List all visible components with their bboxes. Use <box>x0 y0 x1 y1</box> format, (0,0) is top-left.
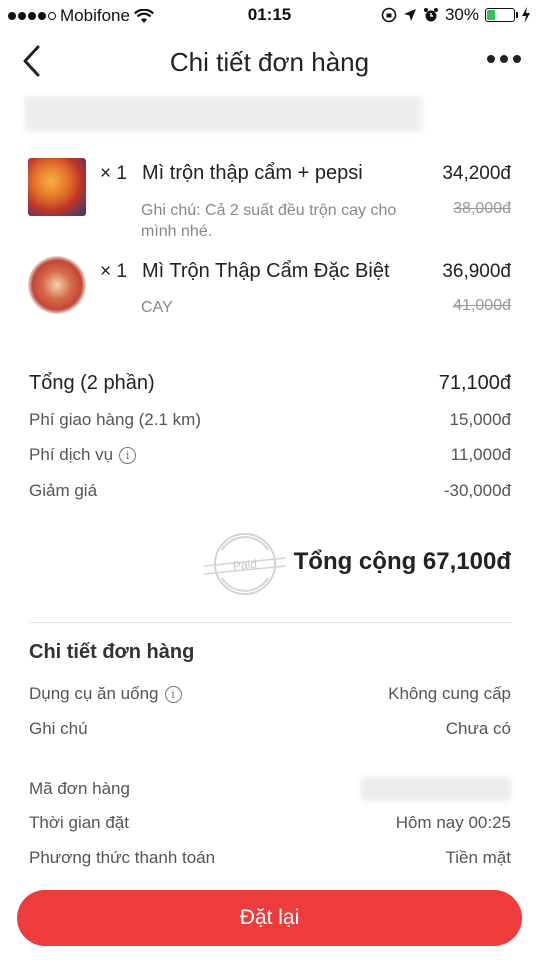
status-bar: Mobifone 01:15 30% <box>0 0 539 32</box>
page-title: Chi tiết đơn hàng <box>169 47 370 77</box>
item-name: Mì Trộn Thập Cẩm Đặc Biệt <box>142 260 390 282</box>
order-time-value: Hôm nay 00:25 <box>395 813 511 832</box>
discount-value: -30,000đ <box>443 481 511 500</box>
delivery-fee-row: Phí giao hàng (2.1 km) 15,000đ <box>29 410 511 430</box>
item-note: Ghi chú: Cả 2 suất đều trộn cay cho mình… <box>141 202 397 240</box>
order-id-redacted <box>361 777 511 801</box>
discount-label: Giảm giá <box>29 481 98 500</box>
service-fee-row: Phí dịch vụ i 11,000đ <box>29 445 511 465</box>
payment-method-value: Tiền mặt <box>445 848 511 867</box>
order-time-label: Thời gian đặt <box>29 813 129 832</box>
payment-method-label: Phương thức thanh toán <box>29 848 216 867</box>
status-icons: 30% <box>381 5 531 25</box>
grand-total: Tổng cộng 67,100đ <box>293 548 511 575</box>
delivery-fee-label: Phí giao hàng (2.1 km) <box>29 410 201 429</box>
note-label: Ghi chú <box>29 719 88 738</box>
item-quantity: × 1 <box>100 163 127 184</box>
note-value: Chưa có <box>445 719 511 738</box>
item-price: 36,900đ <box>442 261 511 282</box>
section-title: Chi tiết đơn hàng <box>29 641 195 663</box>
info-icon[interactable]: i <box>164 686 182 704</box>
battery-percent: 30% <box>444 5 479 24</box>
utensils-label: Dụng cụ ăn uống <box>29 684 159 703</box>
discount-row: Giảm giá -30,000đ <box>29 481 511 501</box>
info-icon[interactable]: i <box>119 447 137 465</box>
subtotal-row: Tổng (2 phần) 71,100đ <box>29 372 511 395</box>
payment-method-row: Phương thức thanh toán Tiền mặt <box>29 848 511 868</box>
item-name: Mì trộn thập cẩm + pepsi <box>142 162 363 184</box>
alarm-icon <box>423 8 438 22</box>
delivery-fee-value: 15,000đ <box>449 410 511 429</box>
paid-stamp: Paid <box>203 533 287 595</box>
restaurant-info-redacted <box>24 96 422 132</box>
charging-icon <box>522 7 530 23</box>
utensils-value: Không cung cấp <box>388 684 511 703</box>
subtotal-label: Tổng (2 phần) <box>29 372 155 394</box>
divider <box>29 622 511 623</box>
battery-icon <box>485 8 518 22</box>
utensils-row: Dụng cụ ăn uống i Không cung cấp <box>29 684 511 704</box>
order-id-row: Mã đơn hàng <box>29 777 511 801</box>
item-quantity: × 1 <box>100 261 127 282</box>
subtotal-value: 71,100đ <box>438 372 511 394</box>
note-row: Ghi chú Chưa có <box>29 719 511 739</box>
item-image <box>28 256 86 314</box>
reorder-button[interactable]: Đặt lại <box>17 890 522 946</box>
service-fee-label: Phí dịch vụ <box>29 445 114 464</box>
more-options-button[interactable] <box>487 55 521 63</box>
item-original-price: 38,000đ <box>453 200 511 217</box>
rotation-lock-icon <box>381 7 397 23</box>
more-icon <box>487 55 495 63</box>
paid-stamp-text: Paid <box>232 557 257 573</box>
order-id-label: Mã đơn hàng <box>29 779 130 798</box>
item-image <box>28 158 86 216</box>
item-note: CAY <box>141 299 173 316</box>
nav-bar: Chi tiết đơn hàng <box>0 34 539 92</box>
service-fee-value: 11,000đ <box>450 445 511 464</box>
location-icon <box>403 9 416 21</box>
order-time-row: Thời gian đặt Hôm nay 00:25 <box>29 813 511 833</box>
item-price: 34,200đ <box>442 163 511 184</box>
item-original-price: 41,000đ <box>453 297 511 314</box>
